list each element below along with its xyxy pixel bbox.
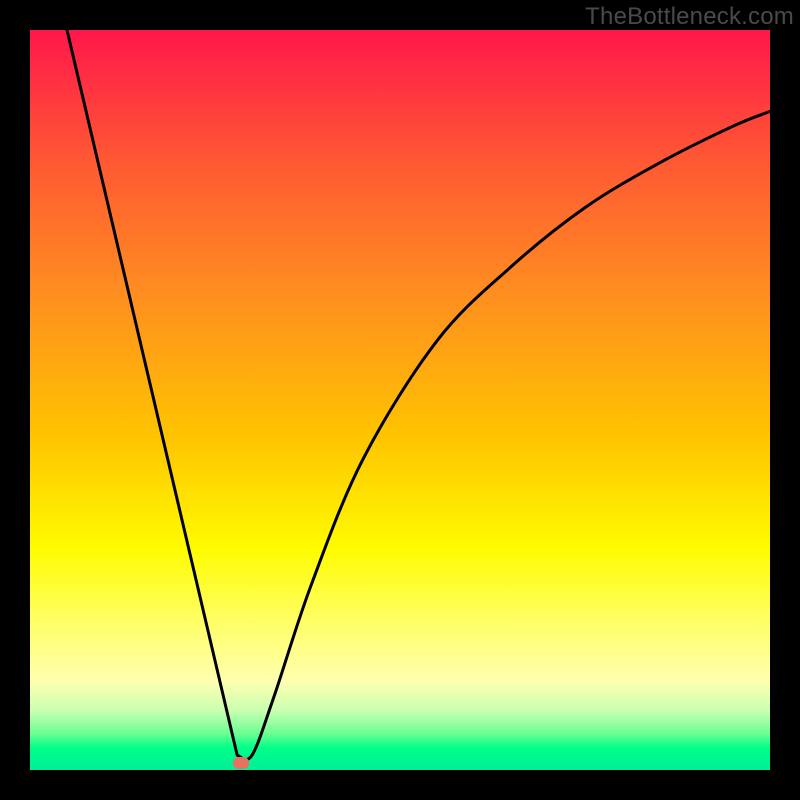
watermark-text: TheBottleneck.com bbox=[585, 3, 794, 31]
bottleneck-chart: TheBottleneck.com bbox=[0, 0, 800, 800]
optimum-marker bbox=[233, 757, 249, 769]
curve-svg bbox=[30, 30, 770, 770]
bottleneck-curve-line bbox=[67, 30, 770, 760]
plot-area bbox=[30, 30, 770, 770]
